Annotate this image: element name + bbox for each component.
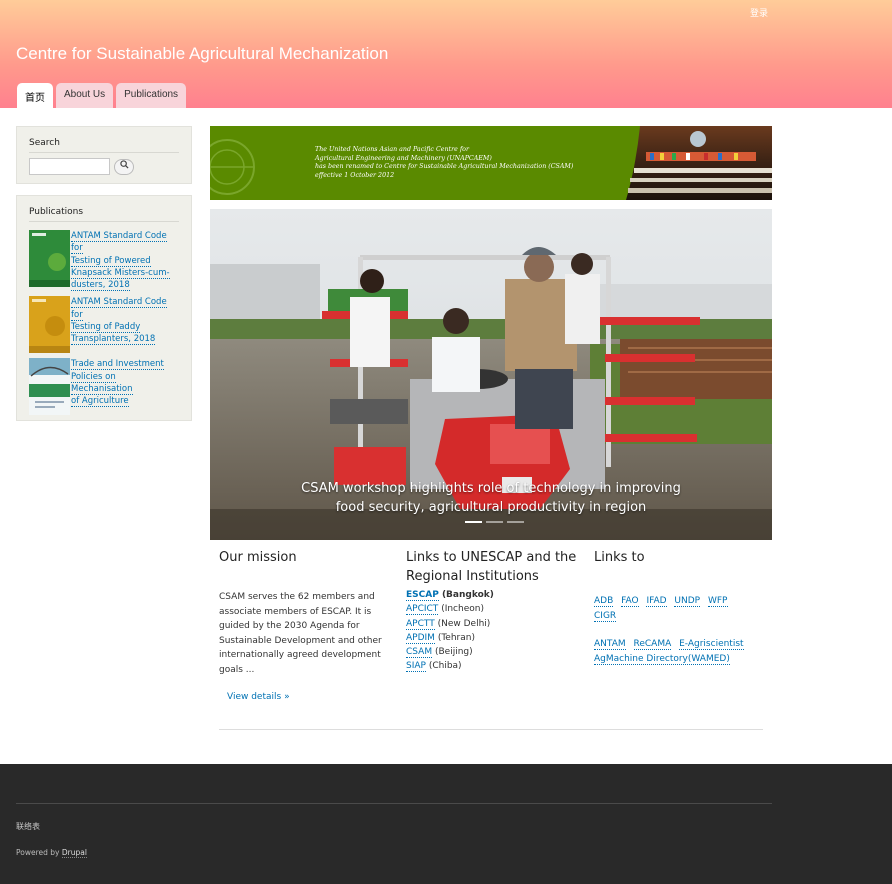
institution-city: (New Delhi)	[437, 618, 491, 629]
publications-block-title: Publications	[29, 207, 179, 222]
un-emblem-icon	[210, 139, 255, 195]
partner-link-wfp[interactable]: WFP	[707, 596, 728, 607]
partner-link-undp[interactable]: UNDP	[674, 596, 701, 607]
conference-hall-photo	[626, 126, 772, 200]
institution-link[interactable]: CSAM	[406, 647, 433, 659]
partner-links-row: ADB FAO IFAD UNDP WFP CIGR	[594, 594, 754, 624]
slide-indicator[interactable]	[465, 521, 482, 523]
publication-item[interactable]: ANTAM Standard Code for Testing of Paddy T…	[29, 296, 179, 354]
banner-line: effective 1 October 2012	[315, 172, 395, 180]
institution-link[interactable]: ESCAP	[406, 590, 439, 601]
mission-text: CSAM serves the 62 members and associate…	[219, 592, 382, 675]
institution-item: CSAM (Beijing)	[406, 645, 581, 659]
publication-link[interactable]: of Agriculture	[71, 396, 129, 408]
partner-link-adb[interactable]: ADB	[594, 596, 614, 607]
publication-cover-image[interactable]	[29, 358, 70, 416]
publication-link[interactable]: Trade and Investment	[71, 359, 164, 371]
institution-city: (Bangkok)	[441, 590, 494, 600]
publication-link[interactable]: ANTAM Standard Code for	[71, 231, 167, 255]
unescap-links-title: Links to UNESCAP and the Regional Instit…	[406, 550, 577, 584]
site-footer: 联络表 Powered by Drupal	[0, 764, 892, 884]
institution-item: APCICT (Incheon)	[406, 602, 581, 616]
powered-by: Powered by Drupal	[16, 848, 87, 858]
banner-line: The United Nations Asian and Pacific Cen…	[315, 146, 469, 153]
links-to-title: Links to	[594, 550, 645, 565]
institution-link[interactable]: APDIM	[406, 632, 435, 644]
csam-rename-banner[interactable]: The United Nations Asian and Pacific Cen…	[210, 126, 772, 200]
slide-caption[interactable]: CSAM workshop highlights role of technol…	[210, 479, 772, 517]
partner-link-cigr[interactable]: CIGR	[594, 611, 617, 622]
login-link[interactable]: 登录	[750, 6, 768, 19]
tab-publications[interactable]: Publications	[116, 83, 187, 108]
publication-link[interactable]: Testing of Paddy	[71, 322, 141, 334]
search-icon	[119, 159, 129, 169]
network-link-recama[interactable]: ReCAMA	[633, 639, 672, 650]
view-details-link[interactable]: View details »	[227, 692, 290, 702]
unescap-links-column: Links to UNESCAP and the Regional Instit…	[406, 548, 581, 674]
institution-item: ESCAP (Bangkok)	[406, 588, 581, 602]
tab-home[interactable]: 首页	[17, 83, 53, 108]
institution-city: (Tehran)	[437, 632, 475, 643]
publication-link[interactable]: Knapsack Misters-cum-	[71, 267, 170, 279]
institution-item: APCTT (New Delhi)	[406, 617, 581, 631]
publications-block: Publications ANTAM Standard Code for Test…	[16, 195, 192, 421]
site-header: 登录 Centre for Sustainable Agricultural M…	[0, 0, 892, 108]
publication-link[interactable]: Policies on Mechanisation	[71, 371, 133, 396]
banner-line: has been renamed to Centre for Sustainab…	[315, 163, 574, 171]
slide-caption-line[interactable]: CSAM workshop highlights role of technol…	[210, 479, 772, 498]
publication-item[interactable]: ANTAM Standard Code for Testing of Powere…	[29, 230, 179, 292]
mission-column: Our mission CSAM serves the 62 members a…	[219, 548, 389, 702]
institution-link[interactable]: APCICT	[406, 604, 439, 616]
institution-city: (Incheon)	[441, 604, 484, 615]
institution-link[interactable]: SIAP	[406, 661, 426, 673]
tab-about-us[interactable]: About Us	[56, 83, 114, 108]
links-to-column: Links to ADB FAO IFAD UNDP WFP CIGR ANTA…	[594, 548, 754, 667]
publication-cover-image[interactable]	[29, 230, 70, 287]
publication-link[interactable]: ANTAM Standard Code for	[71, 297, 167, 321]
publication-link[interactable]: Transplanters, 2018	[71, 334, 156, 346]
search-block-title: Search	[29, 138, 179, 153]
slideshow-pager	[465, 521, 524, 523]
network-link-e-agriscientist[interactable]: E-Agriscientist	[679, 639, 744, 650]
search-block: Search	[16, 126, 192, 184]
partner-link-fao[interactable]: FAO	[621, 596, 639, 607]
network-link-agmachine-directory[interactable]: AgMachine Directory(WAMED)	[594, 654, 730, 665]
content-divider	[219, 729, 763, 730]
footer-divider	[16, 803, 772, 804]
publication-item[interactable]: Trade and Investment Policies on Mechanis…	[29, 358, 179, 416]
institution-item: SIAP (Chiba)	[406, 659, 581, 673]
slide-indicator[interactable]	[507, 521, 524, 523]
slide-indicator[interactable]	[486, 521, 503, 523]
powered-by-label: Powered by	[16, 848, 60, 857]
banner-line: Agricultural Engineering and Machinery (…	[315, 154, 492, 162]
drupal-link[interactable]: Drupal	[61, 848, 87, 858]
slide-caption-line[interactable]: food security, agricultural productivity…	[210, 498, 772, 517]
network-link-antam[interactable]: ANTAM	[594, 639, 626, 650]
institution-item: APDIM (Tehran)	[406, 631, 581, 645]
partner-link-ifad[interactable]: IFAD	[646, 596, 667, 607]
mission-title: Our mission	[219, 550, 297, 565]
publication-link[interactable]: dusters, 2018	[71, 280, 130, 292]
publication-link[interactable]: Testing of Powered	[71, 255, 151, 267]
network-links-row: ANTAM ReCAMA E-Agriscientist AgMachine D…	[594, 637, 754, 667]
contact-link[interactable]: 联络表	[16, 821, 40, 832]
search-button[interactable]	[114, 158, 134, 175]
institution-link[interactable]: APCTT	[406, 618, 435, 630]
publication-cover-image[interactable]	[29, 296, 70, 354]
institution-city: (Chiba)	[428, 661, 462, 672]
institution-city: (Beijing)	[434, 647, 473, 658]
site-name[interactable]: Centre for Sustainable Agricultural Mech…	[16, 44, 388, 64]
slideshow[interactable]: CSAM workshop highlights role of technol…	[210, 209, 772, 540]
main-menu: 首页 About Us Publications	[17, 83, 187, 108]
banner-text: The United Nations Asian and Pacific Cen…	[315, 146, 573, 181]
search-input[interactable]	[29, 158, 110, 175]
